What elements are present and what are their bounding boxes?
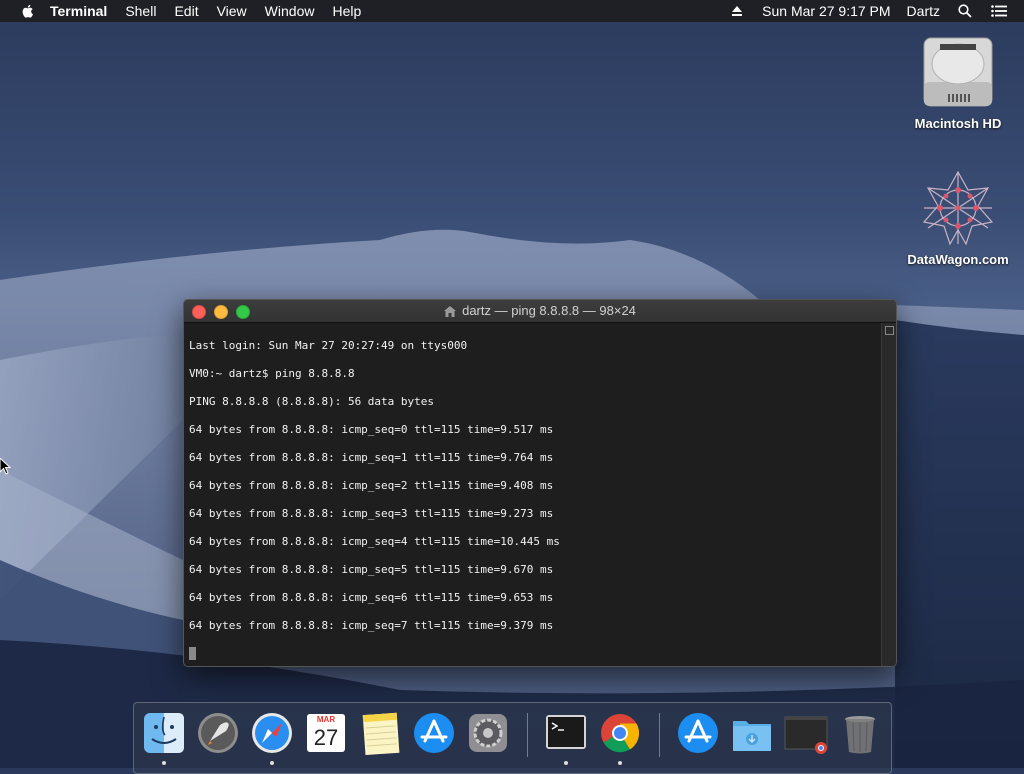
- notes-icon: [362, 712, 400, 756]
- notification-center-icon[interactable]: [990, 2, 1008, 20]
- menu-edit[interactable]: Edit: [174, 3, 198, 19]
- spotlight-search-icon[interactable]: [956, 2, 974, 20]
- desktop-icon-label: DataWagon.com: [907, 252, 1009, 267]
- running-indicator: [564, 761, 568, 765]
- app-store-folder-icon: [678, 713, 718, 753]
- minimized-window-icon: [784, 716, 828, 754]
- menu-app-name[interactable]: Terminal: [50, 3, 107, 19]
- menu-view[interactable]: View: [217, 3, 247, 19]
- menu-window[interactable]: Window: [265, 3, 315, 19]
- home-folder-icon: [444, 305, 457, 317]
- terminal-titlebar[interactable]: dartz — ping 8.8.8.8 — 98×24: [184, 300, 896, 323]
- dock-chrome[interactable]: [598, 711, 642, 765]
- dock-safari[interactable]: [250, 711, 294, 765]
- dock-system-preferences[interactable]: [466, 711, 510, 755]
- close-window-button[interactable]: [192, 305, 206, 319]
- dock-separator: [527, 713, 528, 757]
- minimize-window-button[interactable]: [214, 305, 228, 319]
- dock-app-store[interactable]: [412, 711, 456, 755]
- calendar-day: 27: [313, 725, 339, 750]
- dock-applications-stack[interactable]: [676, 711, 720, 755]
- menu-shell[interactable]: Shell: [125, 3, 156, 19]
- menu-bar: Terminal Shell Edit View Window Help Sun…: [0, 0, 1024, 22]
- dock-notes[interactable]: [358, 711, 402, 756]
- apple-menu-icon[interactable]: [20, 3, 36, 19]
- desktop-icon-macintosh-hd[interactable]: Macintosh HD: [903, 32, 1013, 131]
- terminal-window[interactable]: dartz — ping 8.8.8.8 — 98×24 Last login:…: [183, 299, 897, 667]
- terminal-line: 64 bytes from 8.8.8.8: icmp_seq=0 ttl=11…: [189, 423, 554, 436]
- desktop-icon-label: Macintosh HD: [914, 116, 1002, 131]
- eject-icon[interactable]: [728, 2, 746, 20]
- dock-trash[interactable]: [838, 711, 882, 755]
- calendar-month: MAR: [316, 715, 336, 724]
- terminal-scrollbar[interactable]: [881, 323, 896, 666]
- dock-calendar[interactable]: MAR 27: [304, 711, 348, 755]
- terminal-line: 64 bytes from 8.8.8.8: icmp_seq=5 ttl=11…: [189, 563, 554, 576]
- dock-separator: [659, 713, 660, 757]
- split-pane-icon[interactable]: [884, 326, 894, 335]
- running-indicator: [270, 761, 274, 765]
- menu-help[interactable]: Help: [332, 3, 361, 19]
- desktop-icon-datawagon[interactable]: DataWagon.com: [903, 168, 1013, 267]
- running-indicator: [162, 761, 166, 765]
- dock-finder[interactable]: [142, 711, 186, 765]
- running-indicator: [618, 761, 622, 765]
- terminal-output[interactable]: Last login: Sun Mar 27 20:27:49 on ttys0…: [184, 323, 882, 666]
- terminal-line: 64 bytes from 8.8.8.8: icmp_seq=6 ttl=11…: [189, 591, 554, 604]
- terminal-line: Last login: Sun Mar 27 20:27:49 on ttys0…: [189, 339, 468, 352]
- downloads-folder-icon: [733, 721, 771, 751]
- zoom-window-button[interactable]: [236, 305, 250, 319]
- terminal-icon: [546, 715, 586, 749]
- terminal-line: 64 bytes from 8.8.8.8: icmp_seq=4 ttl=11…: [189, 535, 560, 548]
- hard-drive-icon: [918, 32, 998, 112]
- app-store-icon: [414, 713, 454, 753]
- terminal-line: VM0:~ dartz$ ping 8.8.8.8: [189, 367, 355, 380]
- mouse-pointer-icon: [0, 458, 12, 475]
- dock-downloads-stack[interactable]: [730, 711, 774, 755]
- terminal-line: 64 bytes from 8.8.8.8: icmp_seq=2 ttl=11…: [189, 479, 554, 492]
- terminal-line: 64 bytes from 8.8.8.8: icmp_seq=3 ttl=11…: [189, 507, 554, 520]
- terminal-line: PING 8.8.8.8 (8.8.8.8): 56 data bytes: [189, 395, 435, 408]
- menu-clock[interactable]: Sun Mar 27 9:17 PM: [762, 3, 890, 19]
- finder-icon: [144, 713, 184, 753]
- system-preferences-icon: [469, 714, 507, 752]
- dock-terminal[interactable]: [544, 711, 588, 765]
- dock-launchpad[interactable]: [196, 711, 240, 755]
- terminal-line: 64 bytes from 8.8.8.8: icmp_seq=7 ttl=11…: [189, 619, 554, 632]
- terminal-cursor: [189, 647, 196, 660]
- chrome-icon: [601, 714, 640, 753]
- safari-icon: [252, 713, 292, 753]
- dock-minimized-window[interactable]: [784, 711, 828, 755]
- terminal-line: 64 bytes from 8.8.8.8: icmp_seq=1 ttl=11…: [189, 451, 554, 464]
- menu-user[interactable]: Dartz: [907, 3, 940, 19]
- trash-icon: [845, 716, 875, 754]
- datawagon-logo-icon: [918, 168, 998, 248]
- terminal-title: dartz — ping 8.8.8.8 — 98×24: [462, 303, 636, 318]
- dock: MAR 27: [133, 702, 892, 774]
- launchpad-icon: [198, 713, 238, 753]
